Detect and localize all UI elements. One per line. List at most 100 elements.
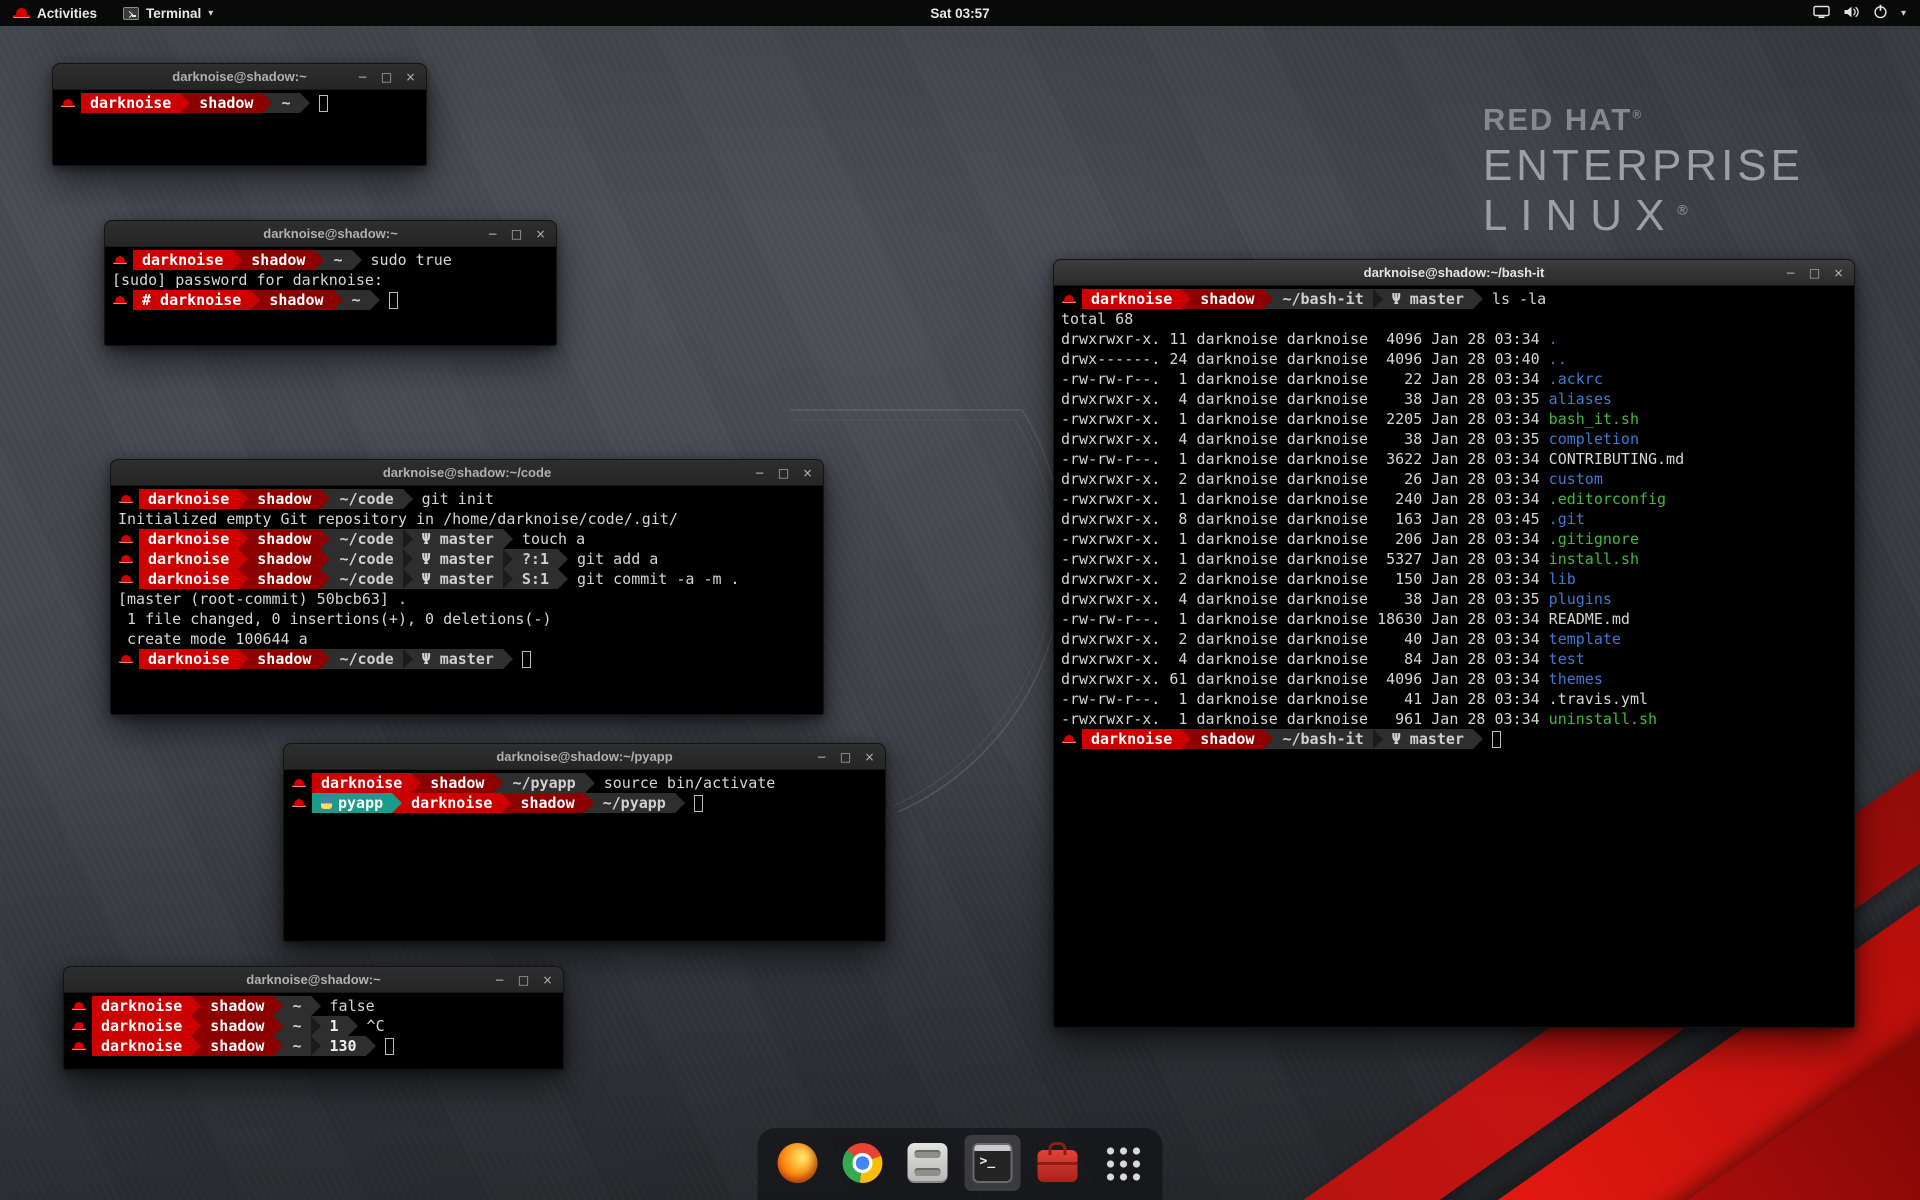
powerline-arrow-icon — [300, 93, 310, 113]
prompt-line: darknoiseshadow~ sudo true — [112, 250, 549, 270]
window-titlebar[interactable]: darknoise@shadow:~−□× — [105, 221, 556, 247]
redhat-prompt-icon — [118, 532, 134, 547]
powerline-arrow-icon — [311, 1016, 321, 1036]
output-line: -rwxrwxr-x. 1 darknoise darknoise 2205 J… — [1061, 409, 1847, 429]
system-status-area[interactable]: ▾ — [1799, 0, 1920, 26]
terminal-window: darknoise@shadow:~/code −□ × darknoiseshado… — [110, 459, 824, 715]
terminal-window: darknoise@shadow:~/bash-it−□×darknoisesh… — [1053, 259, 1855, 1028]
terminal-content[interactable]: darknoiseshadow~ sudo true[sudo] passwor… — [105, 247, 556, 345]
minimize-button[interactable]: − — [812, 747, 831, 766]
prompt-segment: Ψ master — [413, 569, 503, 589]
prompt-segment: ~ — [283, 1016, 310, 1036]
minimize-button[interactable]: − — [750, 463, 769, 482]
app-menu-label: Terminal — [146, 6, 201, 21]
prompt-segment: ~/code — [330, 489, 402, 509]
command-text: git commit -a -m . — [568, 569, 740, 589]
prompt-segment: darknoise — [139, 489, 238, 509]
maximize-button[interactable]: □ — [507, 224, 526, 243]
window-titlebar[interactable]: darknoise@shadow:~ −□ × — [64, 967, 563, 993]
redhat-prompt-icon — [71, 1019, 87, 1034]
minimize-button[interactable]: − — [483, 224, 502, 243]
terminal-cursor — [1492, 731, 1501, 748]
window-titlebar[interactable]: darknoise@shadow:~ −□ × — [53, 64, 426, 90]
minimize-button[interactable]: − — [490, 970, 509, 989]
powerline-arrow-icon — [333, 290, 343, 310]
redhat-prompt-icon — [71, 999, 87, 1014]
prompt-segment: Ψ master — [413, 649, 503, 669]
maximize-button[interactable]: □ — [377, 67, 396, 86]
prompt-segment: Ψ master — [413, 549, 503, 569]
output-line: [sudo] password for darknoise: — [112, 270, 549, 290]
output-text: -rwxrwxr-x. 1 darknoise darknoise 961 Ja… — [1061, 709, 1657, 729]
powerline-arrow-icon — [314, 250, 324, 270]
close-button[interactable]: × — [1829, 263, 1848, 282]
powerline-arrow-icon — [238, 549, 248, 569]
clock[interactable]: Sat 03:57 — [930, 6, 989, 21]
appgrid-dock-item[interactable] — [1095, 1135, 1151, 1191]
minimize-button[interactable]: − — [353, 67, 372, 86]
terminal-dock-item[interactable]: >_ — [965, 1135, 1021, 1191]
terminal-content[interactable]: darknoiseshadow~/pyapp source bin/activa… — [284, 770, 885, 941]
powerline-arrow-icon — [503, 529, 513, 549]
close-button[interactable]: × — [538, 970, 557, 989]
prompt-segment: shadow — [1191, 289, 1263, 309]
maximize-button[interactable]: □ — [1805, 263, 1824, 282]
powerline-arrow-icon — [501, 793, 511, 813]
powerline-arrow-icon — [493, 773, 503, 793]
app-menu[interactable]: Terminal ▾ — [110, 0, 226, 26]
output-text: -rw-rw-r--. 1 darknoise darknoise 41 Jan… — [1061, 689, 1648, 709]
prompt-segment: darknoise — [1082, 729, 1181, 749]
close-button[interactable]: × — [860, 747, 879, 766]
output-line: drwxrwxr-x. 4 darknoise darknoise 38 Jan… — [1061, 389, 1847, 409]
output-line: drwxrwxr-x. 2 darknoise darknoise 40 Jan… — [1061, 629, 1847, 649]
window-title: darknoise@shadow:~/code — [383, 465, 551, 480]
chrome-dock-item[interactable] — [835, 1135, 891, 1191]
software-dock-item[interactable] — [1030, 1135, 1086, 1191]
output-text: drwxrwxr-x. 2 darknoise darknoise 40 Jan… — [1061, 629, 1621, 649]
maximize-button[interactable]: □ — [774, 463, 793, 482]
output-text: drwxrwxr-x. 8 darknoise darknoise 163 Ja… — [1061, 509, 1585, 529]
terminal-content[interactable]: darknoiseshadow~ — [53, 90, 426, 165]
prompt-segment: 1 — [321, 1016, 348, 1036]
maximize-button[interactable]: □ — [836, 747, 855, 766]
files-dock-item[interactable] — [900, 1135, 956, 1191]
window-titlebar[interactable]: darknoise@shadow:~/pyapp−□× — [284, 744, 885, 770]
firefox-icon — [778, 1143, 818, 1183]
output-text: drwxrwxr-x. 4 darknoise darknoise 84 Jan… — [1061, 649, 1585, 669]
prompt-segment: ~ — [324, 250, 351, 270]
close-button[interactable]: × — [401, 67, 420, 86]
terminal-content[interactable]: darknoiseshadow~/code git initInitialize… — [111, 486, 823, 714]
close-button[interactable]: × — [798, 463, 817, 482]
output-text: -rwxrwxr-x. 1 darknoise darknoise 206 Ja… — [1061, 529, 1639, 549]
redhat-prompt-icon — [118, 552, 134, 567]
output-line: drwxrwxr-x. 61 darknoise darknoise 4096 … — [1061, 669, 1847, 689]
top-bar: Activities Terminal ▾ Sat 03:57 ▾ — [0, 0, 1920, 26]
output-line: 1 file changed, 0 insertions(+), 0 delet… — [118, 609, 816, 629]
terminal-content[interactable]: darknoiseshadow~/bash-itΨ master ls -lat… — [1054, 286, 1854, 1027]
output-line: -rwxrwxr-x. 1 darknoise darknoise 5327 J… — [1061, 549, 1847, 569]
window-title: darknoise@shadow:~ — [246, 972, 380, 987]
terminal-content[interactable]: darknoiseshadow~ falsedarknoiseshadow~1 … — [64, 993, 563, 1069]
window-titlebar[interactable]: darknoise@shadow:~/bash-it −□ × — [1054, 260, 1854, 286]
firefox-dock-item[interactable] — [770, 1135, 826, 1191]
window-title: darknoise@shadow:~/bash-it — [1364, 265, 1545, 280]
output-text: [sudo] password for darknoise: — [112, 270, 383, 290]
window-title: darknoise@shadow:~ — [172, 69, 306, 84]
output-line: -rw-rw-r--. 1 darknoise darknoise 3622 J… — [1061, 449, 1847, 469]
terminal-cursor — [522, 651, 531, 668]
output-text: drwxrwxr-x. 4 darknoise darknoise 38 Jan… — [1061, 589, 1612, 609]
prompt-line: darknoiseshadow~/bash-itΨ master ls -la — [1061, 289, 1847, 309]
powerline-arrow-icon — [1373, 729, 1383, 749]
activities-button[interactable]: Activities — [0, 0, 110, 26]
prompt-segment: pyapp — [312, 793, 392, 813]
minimize-button[interactable]: − — [1781, 263, 1800, 282]
prompt-segment: darknoise — [312, 773, 411, 793]
output-line: create mode 100644 a — [118, 629, 816, 649]
powerline-arrow-icon — [320, 549, 330, 569]
powerline-arrow-icon — [320, 649, 330, 669]
maximize-button[interactable]: □ — [514, 970, 533, 989]
close-button[interactable]: × — [531, 224, 550, 243]
output-line: drwxrwxr-x. 2 darknoise darknoise 150 Ja… — [1061, 569, 1847, 589]
window-titlebar[interactable]: darknoise@shadow:~/code −□ × — [111, 460, 823, 486]
terminal-window: darknoise@shadow:~−□×darknoiseshadow~ su… — [104, 220, 557, 346]
